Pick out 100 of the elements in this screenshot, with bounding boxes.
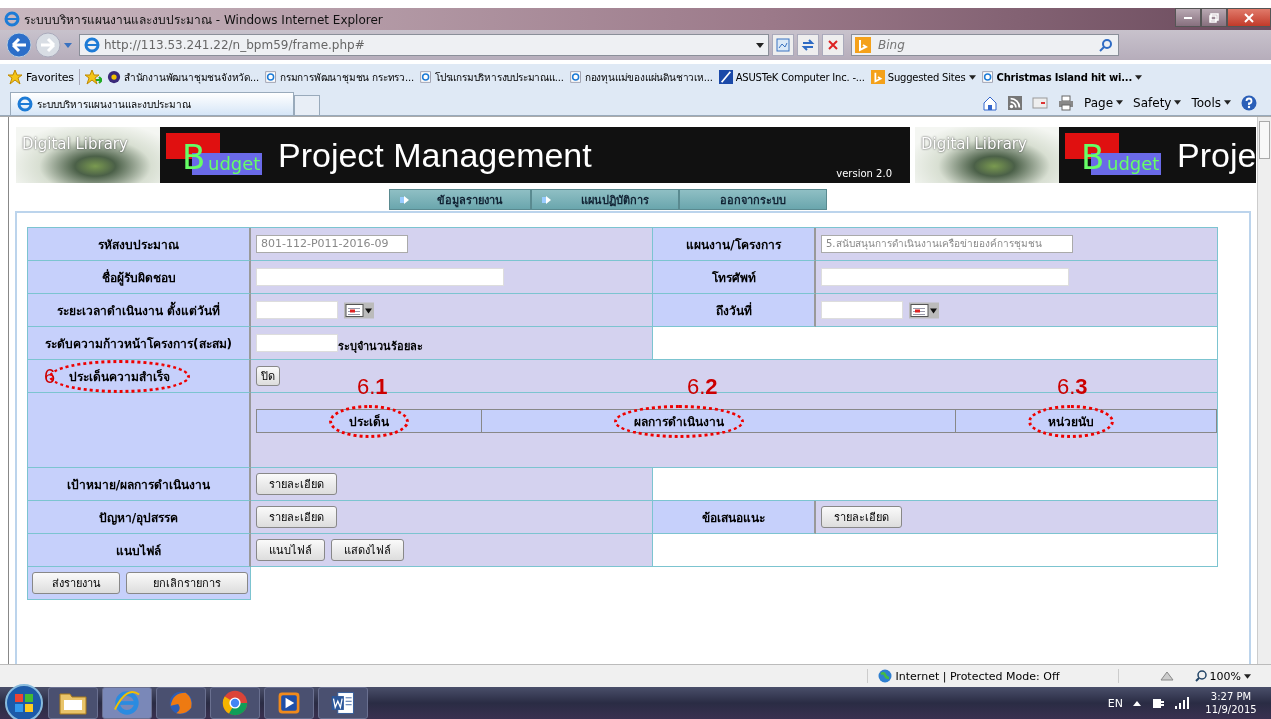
logo-text: udget [1107,153,1160,175]
nav-menu-item[interactable]: ออกจากระบบ [679,189,827,210]
field-label: ชื่อผู้รับผิดชอบ [28,261,251,294]
input-field[interactable] [256,268,504,286]
field-label: ระยะเวลาดำเนินงาน ตั้งแต่วันที่ [28,294,251,327]
field-hint: ระบุจำนวนร้อยละ [338,339,423,355]
banner-title: Proje [1177,135,1257,175]
field-label: ระดับความก้าวหน้าโครงการ(สะสม) [28,327,251,360]
page-icon [981,70,994,84]
refresh-button[interactable] [797,34,819,56]
field-label: เป้าหมาย/ผลการดำเนินงาน [28,468,251,501]
help-icon[interactable] [1241,94,1257,111]
close-button[interactable] [1227,8,1271,27]
power-plug-icon[interactable] [1151,696,1165,710]
caret-icon [1224,100,1231,105]
taskbar-button[interactable] [264,687,314,719]
feed-icon[interactable] [1008,95,1022,110]
print-icon[interactable] [1058,94,1074,111]
caret-icon [968,74,976,80]
nav-menu-item[interactable]: ข้อมูลรายงาน [389,189,531,210]
command-menu[interactable]: Tools [1191,95,1231,110]
field-label: ข้อเสนอแนะ [653,501,816,534]
security-zone-status: Internet | Protected Mode: Off [895,669,1060,683]
clock-time[interactable]: 3:27 PM [1210,690,1252,703]
start-button[interactable] [4,683,44,719]
details-button[interactable]: รายละเอียด [256,473,337,495]
stop-button[interactable] [822,34,844,56]
clock-date[interactable]: 11/9/2015 [1205,703,1257,716]
favorite-link[interactable]: ASUSTeK Computer Inc. -... [717,70,866,84]
input-field[interactable] [821,268,1069,286]
back-button[interactable] [6,32,32,58]
compatibility-button[interactable] [772,34,794,56]
stop-icon [826,38,840,52]
b-logo-icon [870,70,885,84]
minimize-icon [1184,16,1192,19]
input-field[interactable] [256,301,338,319]
protection-icon[interactable] [1158,670,1175,682]
mail-icon[interactable] [1032,96,1048,109]
calendar-button[interactable] [344,301,374,319]
annotation-number: 6.1 [357,374,388,400]
taskbar-button[interactable] [318,687,368,719]
ring-icon [221,689,249,717]
field-label: ปัญหา/อุปสรรค [28,501,251,534]
minimize-button[interactable] [1175,8,1201,27]
close-section-button[interactable]: ปิด [256,366,280,386]
calendar-button[interactable] [909,301,939,319]
refresh-icon [801,38,815,52]
favorites-button[interactable]: Favorites [6,69,80,85]
caret-icon [1174,100,1182,105]
favorite-link[interactable]: กรมการพัฒนาชุมชน กระทรว... [264,69,415,85]
field-label: แผนงาน/โครงการ [653,228,816,261]
input-field[interactable] [256,334,338,352]
page-icon [265,70,278,84]
add-favorite-icon[interactable] [83,69,102,85]
dropdown-icon[interactable] [64,42,72,48]
file-button[interactable]: แสดงไฟล์ [331,539,404,561]
details-button[interactable]: รายละเอียด [821,506,902,528]
column-header: ผลการดำเนินงาน [633,414,724,429]
taskbar-button[interactable] [210,687,260,719]
browser-tab[interactable]: ระบบบริหารแผนงานและงบประมาณ [10,92,294,115]
b-logo-icon [855,37,871,53]
annotation-number: 6 [44,364,56,388]
search-icon[interactable] [1099,38,1113,52]
action-button[interactable]: ส่งรายงาน [32,572,120,594]
star-icon [7,69,23,85]
favorite-link[interactable]: สำนักงานพัฒนาชุมชนจังหวัด... [105,69,261,85]
caret-icon [1116,100,1124,105]
globe-icon [877,669,892,683]
nav-menu-item[interactable]: แผนปฏิบัติการ [531,189,679,210]
logo-text: udget [208,153,261,175]
taskbar-button[interactable] [48,687,98,719]
favorite-link[interactable]: โปรแกรมบริหารงบประมาณแ... [418,69,565,85]
input-field[interactable] [821,301,903,319]
file-button[interactable]: แนบไฟล์ [256,539,325,561]
details-button[interactable]: รายละเอียด [256,506,337,528]
column-header: หน่วยนับ [1048,414,1094,429]
e-logo-icon [4,11,20,27]
command-menu[interactable]: Safety [1133,95,1182,110]
home-icon[interactable] [982,94,998,111]
e-logo-icon [84,37,100,53]
field-label: ประเด็นความสำเร็จ [69,369,171,384]
zoom-menu[interactable]: 100% [1188,668,1257,684]
signal-bars-icon[interactable] [1175,697,1189,709]
banner-title: Project Management [278,135,592,175]
favorite-link[interactable]: Suggested Sites [869,70,977,84]
favorite-link[interactable]: กองทุนแม่ของแผ่นดินชาวเห... [568,69,714,85]
window-title: ระบบบริหารแผนงานและงบประมาณ - Windows Internet Explorer [24,11,383,29]
search-field[interactable]: Bing [851,34,1119,56]
maximize-button[interactable] [1201,8,1227,27]
action-button[interactable]: ยกเลิกรายการ [126,572,248,594]
show-hidden-icons-icon[interactable] [1133,700,1141,706]
favorite-link[interactable]: Christmas Island hit wi... [980,70,1143,84]
version-label: version 2.0 [836,168,892,179]
caret-icon[interactable] [756,42,764,48]
fox-globe-icon [167,689,195,717]
scrollbar[interactable] [1257,117,1271,664]
language-indicator[interactable]: EN [1107,696,1123,710]
command-menu[interactable]: Page [1084,95,1124,110]
field-label: โทรศัพท์ [653,261,816,294]
address-field[interactable]: http://113.53.241.22/n_bpm59/frame.php# [79,34,769,56]
